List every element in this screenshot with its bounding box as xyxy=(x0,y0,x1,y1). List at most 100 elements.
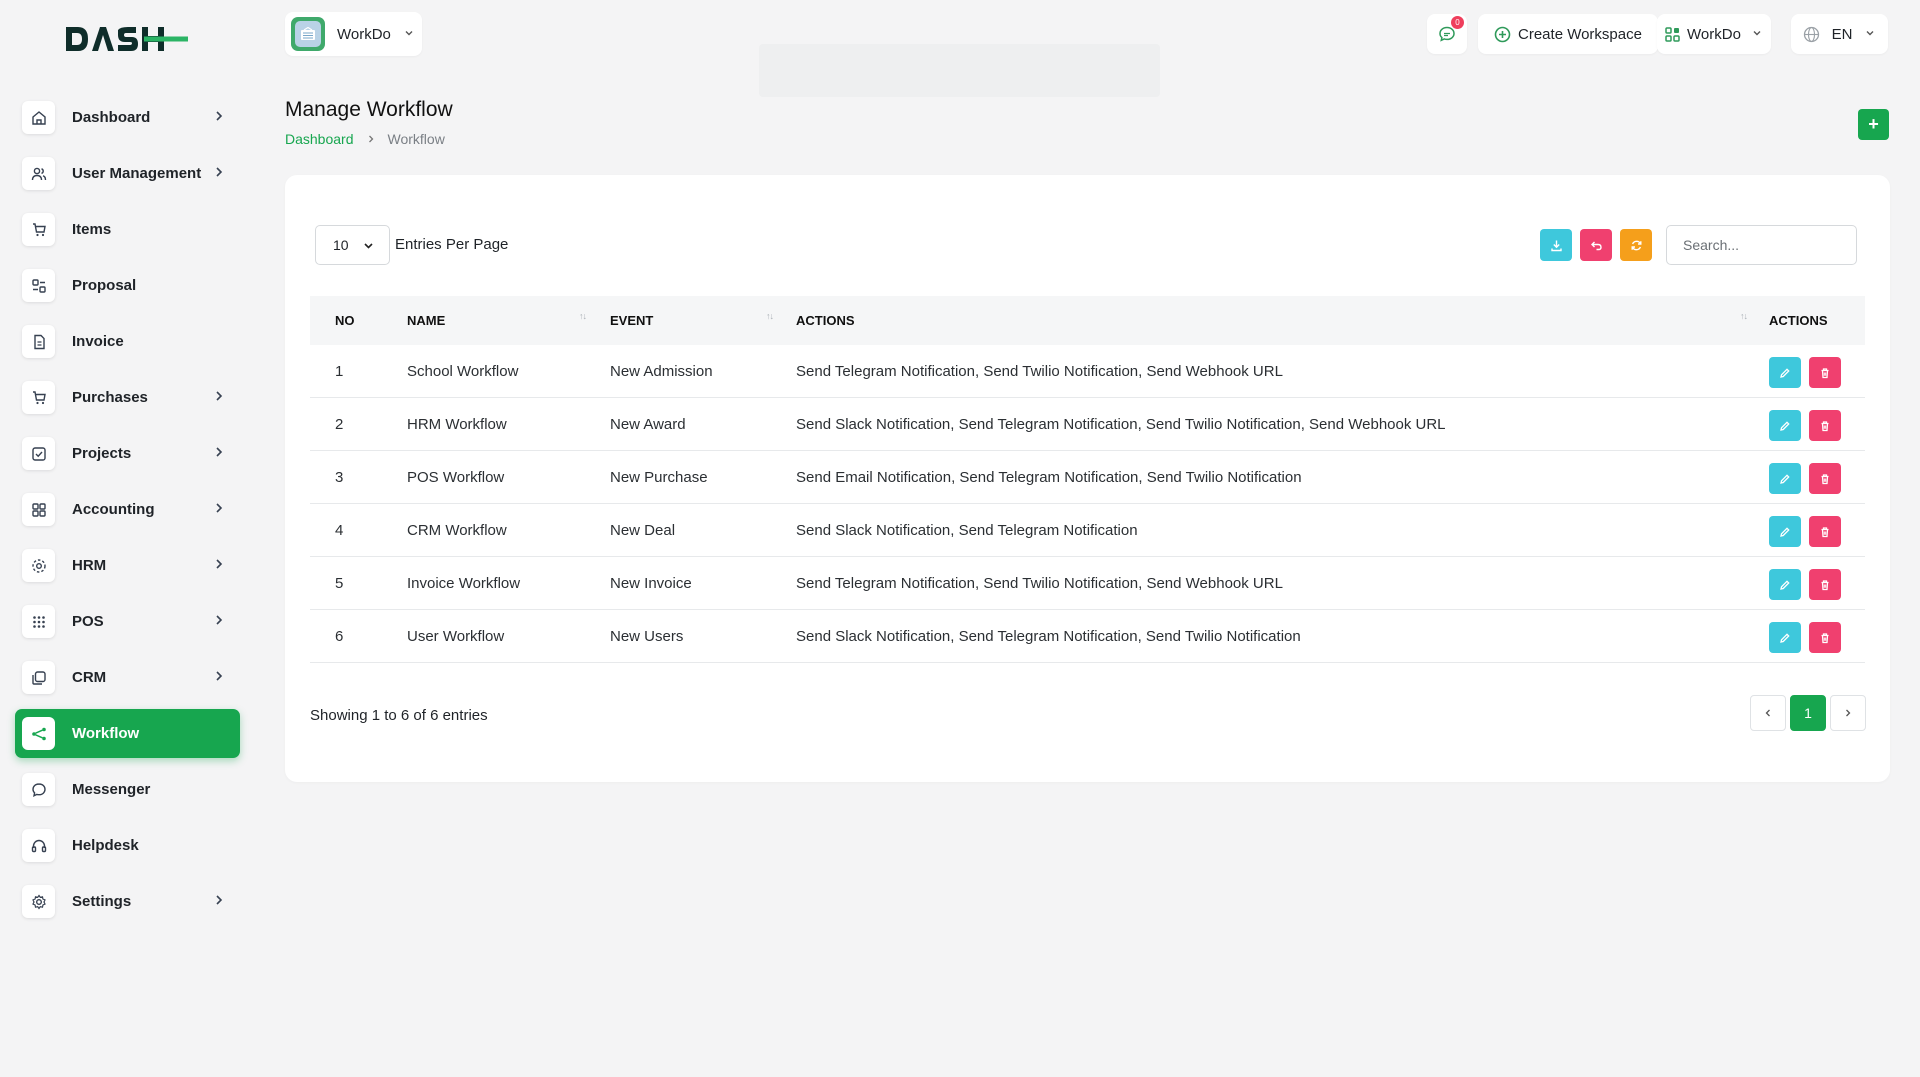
pencil-icon xyxy=(1780,420,1790,431)
edit-button[interactable] xyxy=(1769,463,1801,494)
table-row: 2 HRM Workflow New Award Send Slack Notific… xyxy=(310,398,1865,451)
sidebar-item-purchases[interactable]: Purchases xyxy=(15,373,240,422)
add-workflow-button[interactable]: + xyxy=(1858,109,1889,140)
header-name[interactable]: NAME xyxy=(407,313,445,328)
sort-icon[interactable]: ↑↓ xyxy=(1740,311,1748,321)
edit-button[interactable] xyxy=(1769,516,1801,547)
search-input[interactable] xyxy=(1666,225,1857,265)
sidebar-item-label: Dashboard xyxy=(72,109,151,126)
pencil-icon xyxy=(1780,579,1790,590)
cell-no: 1 xyxy=(335,363,344,380)
sidebar-item-hrm[interactable]: HRM xyxy=(15,541,240,590)
sort-icon[interactable]: ↑↓ xyxy=(579,311,587,321)
sidebar-item-workflow[interactable]: Workflow xyxy=(15,709,240,758)
header-actions[interactable]: ACTIONS xyxy=(796,313,855,328)
cart-icon xyxy=(22,381,55,414)
sidebar-item-items[interactable]: Items xyxy=(15,205,240,254)
sidebar-item-label: Accounting xyxy=(72,501,155,518)
workspace-switcher[interactable]: WorkDo xyxy=(285,12,422,56)
cell-name: Invoice Workflow xyxy=(407,575,521,592)
cell-event: New Invoice xyxy=(610,575,692,592)
cell-name: HRM Workflow xyxy=(407,416,507,433)
sidebar-item-crm[interactable]: CRM xyxy=(15,653,240,702)
sidebar-item-settings[interactable]: Settings xyxy=(15,877,240,926)
cell-actions: Send Email Notification, Send Telegram N… xyxy=(796,469,1302,486)
edit-button[interactable] xyxy=(1769,357,1801,388)
reload-button[interactable] xyxy=(1620,229,1652,261)
cell-actions: Send Slack Notification, Send Telegram N… xyxy=(796,416,1446,433)
cart-icon xyxy=(22,213,55,246)
sort-icon[interactable]: ↑↓ xyxy=(766,311,774,321)
edit-button[interactable] xyxy=(1769,622,1801,653)
sidebar-item-label: User Management xyxy=(72,165,202,182)
chevron-right-icon xyxy=(212,165,226,183)
workflow-table: NO NAME ↑↓ EVENT ↑↓ ACTIONS ↑↓ ACTIONS 1… xyxy=(310,296,1865,663)
delete-button[interactable] xyxy=(1809,463,1841,494)
cell-actions: Send Slack Notification, Send Telegram N… xyxy=(796,628,1301,645)
header-event[interactable]: EVENT xyxy=(610,313,653,328)
sidebar-item-invoice[interactable]: Invoice xyxy=(15,317,240,366)
entries-per-page-value: 10 xyxy=(333,237,349,253)
pencil-icon xyxy=(1780,526,1790,537)
cell-actions: Send Telegram Notification, Send Twilio … xyxy=(796,363,1283,380)
cell-event: New Deal xyxy=(610,522,676,539)
trash-icon xyxy=(1821,579,1829,590)
pagination-next-button[interactable] xyxy=(1830,695,1866,731)
sidebar-item-messenger[interactable]: Messenger xyxy=(15,765,240,814)
delete-button[interactable] xyxy=(1809,569,1841,600)
delete-button[interactable] xyxy=(1809,622,1841,653)
entries-per-page-select[interactable]: 10 xyxy=(315,225,390,265)
delete-button[interactable] xyxy=(1809,357,1841,388)
pencil-icon xyxy=(1780,632,1790,643)
sidebar-item-label: Purchases xyxy=(72,389,148,406)
sidebar-item-pos[interactable]: POS xyxy=(15,597,240,646)
refresh-icon xyxy=(1631,240,1641,250)
breadcrumb: Dashboard Workflow xyxy=(285,131,445,147)
dash-logo[interactable] xyxy=(64,22,189,56)
delete-button[interactable] xyxy=(1809,410,1841,441)
trash-icon xyxy=(1821,420,1829,431)
chevron-right-icon xyxy=(1846,709,1851,717)
crm-icon xyxy=(22,661,55,694)
table-row: 5 Invoice Workflow New Invoice Send Telegra… xyxy=(310,557,1865,610)
table-row: 3 POS Workflow New Purchase Send Email Noti… xyxy=(310,451,1865,504)
chevron-left-icon xyxy=(1765,709,1770,717)
pagination-prev-button[interactable] xyxy=(1750,695,1786,731)
create-workspace-button[interactable]: Create Workspace xyxy=(1478,14,1658,54)
export-button[interactable] xyxy=(1540,229,1572,261)
pagination-page-1[interactable]: 1 xyxy=(1790,695,1826,731)
chat-icon xyxy=(22,773,55,806)
page-title: Manage Workflow xyxy=(285,98,453,121)
sidebar-item-label: Proposal xyxy=(72,277,137,294)
create-workspace-label: Create Workspace xyxy=(1518,25,1642,43)
workspace-menu[interactable]: WorkDo xyxy=(1657,14,1771,54)
delete-button[interactable] xyxy=(1809,516,1841,547)
messages-button[interactable]: 0 xyxy=(1427,14,1467,54)
chevron-right-icon xyxy=(212,893,226,911)
chevron-down-icon xyxy=(1864,26,1876,43)
trash-icon xyxy=(1821,367,1829,378)
breadcrumb-home-link[interactable]: Dashboard xyxy=(285,131,354,147)
chevron-down-icon xyxy=(1751,26,1763,43)
chevron-right-icon xyxy=(212,557,226,575)
table-body: 1 School Workflow New Admission Send Telegr… xyxy=(310,345,1865,663)
sidebar-item-accounting[interactable]: Accounting xyxy=(15,485,240,534)
language-selector[interactable]: EN xyxy=(1791,14,1888,54)
chevron-right-icon xyxy=(212,389,226,407)
edit-button[interactable] xyxy=(1769,569,1801,600)
cell-no: 6 xyxy=(335,628,344,645)
sidebar-item-user-management[interactable]: User Management xyxy=(15,149,240,198)
sidebar-item-proposal[interactable]: Proposal xyxy=(15,261,240,310)
chevron-down-icon xyxy=(403,26,415,43)
sidebar-item-label: Messenger xyxy=(72,781,151,798)
edit-button[interactable] xyxy=(1769,410,1801,441)
sidebar-item-label: Projects xyxy=(72,445,132,462)
reset-button[interactable] xyxy=(1580,229,1612,261)
trash-icon xyxy=(1821,526,1829,537)
table-row: 1 School Workflow New Admission Send Telegr… xyxy=(310,345,1865,398)
table-header: NO NAME ↑↓ EVENT ↑↓ ACTIONS ↑↓ ACTIONS xyxy=(310,296,1865,345)
sidebar-item-dashboard[interactable]: Dashboard xyxy=(15,93,240,142)
sidebar-item-helpdesk[interactable]: Helpdesk xyxy=(15,821,240,870)
workspace-menu-label: WorkDo xyxy=(1687,25,1741,43)
sidebar-item-projects[interactable]: Projects xyxy=(15,429,240,478)
